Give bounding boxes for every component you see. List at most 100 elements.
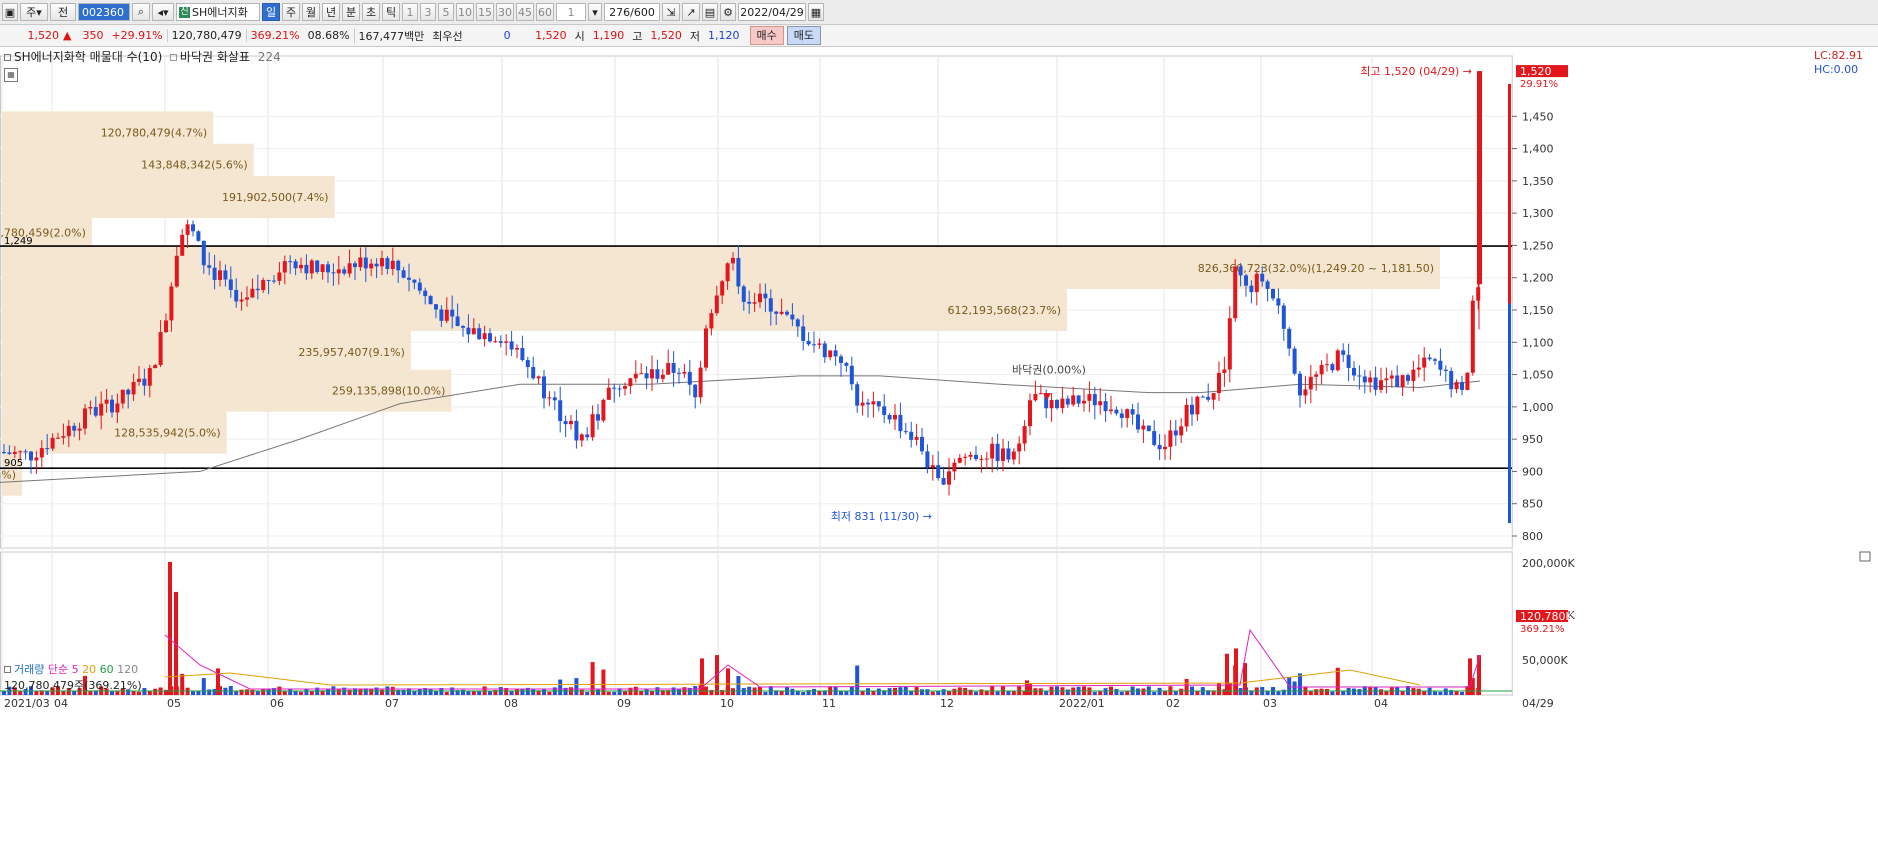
date-input[interactable]: 2022/04/29 [738, 3, 806, 21]
tab-minute[interactable]: 분 [342, 3, 360, 21]
speaker-icon[interactable]: ◂▾ [152, 3, 174, 21]
candle-body [1362, 376, 1367, 383]
interval-30[interactable]: 30 [496, 3, 514, 21]
candle-body [893, 414, 897, 420]
candle-body [390, 260, 395, 269]
candle-body [1136, 414, 1140, 430]
candle-body [50, 437, 55, 449]
volume-bar [288, 688, 293, 695]
candle-body [1195, 396, 1200, 415]
mode-select[interactable]: 전 [50, 3, 76, 21]
volume-ma-20 [164, 669, 1421, 686]
volume-bar [1330, 691, 1335, 695]
stock-code-input[interactable]: 002360 [78, 3, 130, 21]
tab-month[interactable]: 월 [302, 3, 320, 21]
gear-icon[interactable]: ⚙ [720, 3, 736, 21]
candle-body [309, 260, 314, 274]
tab-second[interactable]: 초 [362, 3, 380, 21]
sell-button[interactable]: 매도 [786, 26, 822, 45]
candle-body [158, 332, 163, 366]
candle-body [450, 309, 455, 317]
legend-secondary-item[interactable]: 바닥권 화살표 [180, 50, 250, 64]
zoom-icon[interactable]: ⇲ [662, 3, 680, 21]
volume-bar [839, 691, 843, 695]
candle-body [1227, 318, 1232, 370]
volume-bar [790, 688, 795, 695]
candle-body [1049, 400, 1054, 409]
period-select[interactable]: 주 ▾ [20, 3, 48, 21]
volume-current-tag-text: 120,780K [1520, 610, 1573, 623]
range-field[interactable]: 276/600 [604, 3, 660, 21]
price-tick-label: 1,300 [1522, 207, 1554, 220]
interval-3[interactable]: 3 [420, 3, 436, 21]
interval-60[interactable]: 60 [536, 3, 554, 21]
save-icon[interactable]: ▤ [702, 3, 718, 21]
candle-body [871, 401, 876, 405]
candle-body [515, 348, 519, 350]
layout-icon[interactable]: ▣ [2, 3, 18, 21]
candle-body [628, 378, 633, 387]
candle-body [1173, 430, 1178, 436]
volume-label[interactable]: 거래량 [14, 663, 44, 676]
candle-body [887, 414, 892, 420]
interval-10[interactable]: 10 [456, 3, 474, 21]
best-priority-value: 0 [503, 29, 511, 42]
tab-week[interactable]: 주 [282, 3, 300, 21]
buy-button[interactable]: 매수 [749, 26, 784, 45]
stock-name-field[interactable]: 신 SH에너지화 [176, 3, 260, 21]
candle-body [536, 376, 541, 379]
high-value: 1,520 [650, 29, 682, 42]
candle-body [569, 420, 573, 425]
candle-body [147, 368, 152, 386]
volume-bar [1411, 688, 1416, 695]
open-value: 1,190 [592, 29, 625, 42]
calendar-icon[interactable]: ▦ [808, 3, 824, 21]
volume-bar [817, 691, 822, 695]
candle-body [1443, 369, 1448, 371]
legend-main-item[interactable]: SH에너지화학 매물대 수(10) [14, 50, 162, 64]
candle-body [434, 304, 438, 310]
interval-1[interactable]: 1 [402, 3, 418, 21]
candle-body [1341, 350, 1346, 355]
candle-body [196, 231, 201, 241]
candle-body [93, 407, 98, 416]
candle-body [428, 296, 433, 305]
volume-bar [153, 688, 158, 695]
candle-body [747, 301, 752, 304]
tab-year[interactable]: 년 [322, 3, 340, 21]
volume-bar [677, 688, 681, 695]
interval-5[interactable]: 5 [438, 3, 454, 21]
candle-body [1276, 298, 1281, 306]
interval-15[interactable]: 15 [476, 3, 494, 21]
candle-body [1168, 430, 1173, 447]
interval-45[interactable]: 45 [516, 3, 534, 21]
candle-body [104, 399, 109, 404]
candle-body [1319, 364, 1324, 375]
candle-body [822, 343, 827, 358]
candle-body [936, 465, 941, 479]
table-icon[interactable]: ▦ [4, 68, 18, 82]
volume-tick-label: 50,000K [1522, 654, 1568, 667]
candle-body [1033, 393, 1038, 401]
volume-bar [412, 691, 417, 695]
candle-body [1157, 444, 1162, 450]
price-chart[interactable]: 120,780,479(4.7%) 143,848,342(5.6%) 191,90… [0, 44, 1878, 852]
candle-body [504, 341, 509, 343]
interval-count-input[interactable]: 1 [556, 3, 586, 21]
candle-body [336, 269, 341, 274]
candle-body [396, 260, 401, 271]
candle-body [606, 387, 611, 400]
price-tick-label: 800 [1522, 530, 1543, 543]
draw-icon[interactable]: ↗ [682, 3, 700, 21]
candle-body [1200, 396, 1205, 398]
candle-body [1001, 448, 1005, 461]
candle-body [520, 348, 525, 361]
search-icon[interactable]: ⌕ [132, 3, 150, 21]
volume-bar [1416, 688, 1421, 695]
candle-body [650, 369, 654, 379]
chevron-down-icon[interactable]: ▾ [588, 3, 602, 21]
tab-tick[interactable]: 틱 [382, 3, 400, 21]
tab-day[interactable]: 일 [262, 3, 280, 21]
volume-bar [369, 688, 374, 695]
candle-body [7, 452, 12, 454]
